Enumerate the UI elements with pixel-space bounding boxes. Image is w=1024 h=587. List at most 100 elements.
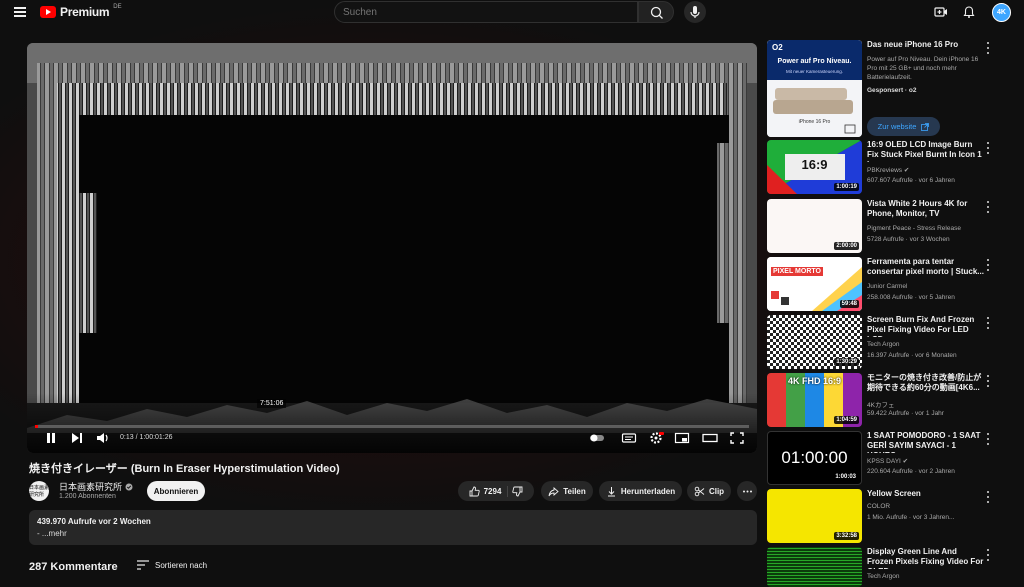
more-options-icon[interactable] <box>987 259 991 271</box>
channel-name-row[interactable]: 日本画素研究所 <box>59 480 133 493</box>
video-title[interactable]: Ferramenta para tentar consertar pixel m… <box>867 257 985 277</box>
more-options-icon[interactable] <box>987 42 991 54</box>
video-title[interactable]: Display Green Line And Frozen Pixels Fix… <box>867 547 985 569</box>
youtube-logo[interactable]: Premium DE <box>40 4 122 19</box>
list-item[interactable]: 3:32:58 Yellow Screen COLOR 1 Mio. Aufru… <box>767 489 1007 545</box>
video-thumbnail[interactable]: PIXEL MORTO 59:48 <box>767 257 862 311</box>
channel-name[interactable]: PBKreviews ✔ <box>867 166 909 174</box>
more-options-icon[interactable] <box>987 317 991 329</box>
ad-cta-button[interactable]: Zur website <box>867 117 940 136</box>
settings-button[interactable] <box>648 431 664 445</box>
logo-text: Premium <box>60 5 110 19</box>
ad-caption: iPhone 16 Pro <box>798 119 831 125</box>
pause-button[interactable] <box>43 431 59 445</box>
dislike-button[interactable] <box>512 486 523 497</box>
avatar[interactable]: 4K <box>992 3 1011 22</box>
progress-bar[interactable] <box>35 425 749 428</box>
list-item[interactable]: 01:00:00 1:00:03 1 SAAT POMODORO - 1 SAA… <box>767 431 1007 487</box>
list-item[interactable]: 1:30:29 Screen Burn Fix And Frozen Pixel… <box>767 315 1007 371</box>
duration-badge: 1:30:29 <box>834 358 859 366</box>
share-button[interactable]: Teilen <box>541 481 593 501</box>
video-thumbnail[interactable]: 1:30:29 <box>767 315 862 369</box>
voice-search-button[interactable] <box>684 1 706 23</box>
fullscreen-button[interactable] <box>729 431 745 445</box>
youtube-play-icon <box>40 6 56 18</box>
video-thumbnail[interactable]: 4K FHD 16:9 1:04:59 <box>767 373 862 427</box>
scissors-icon <box>694 486 705 496</box>
list-item[interactable]: PIXEL MORTO 59:48 Ferramenta para tentar… <box>767 257 1007 313</box>
more-options-icon[interactable] <box>987 549 991 561</box>
video-title[interactable]: 1 SAAT POMODORO - 1 SAAT GERİ SAYIM SAYA… <box>867 431 985 453</box>
more-options-icon[interactable] <box>987 142 991 154</box>
channel-name[interactable]: COLOR <box>867 503 890 510</box>
subscribe-button[interactable]: Abonnieren <box>147 481 205 501</box>
logo-region: DE <box>113 4 122 10</box>
search-icon <box>650 6 663 19</box>
channel-name[interactable]: Junior Carmel <box>867 283 907 290</box>
download-icon <box>607 486 615 496</box>
channel-name[interactable]: 4Kカフェ <box>867 399 894 409</box>
video-meta: 1 Mio. Aufrufe · vor 3 Jahren... <box>867 514 955 521</box>
video-title[interactable]: Yellow Screen <box>867 489 985 499</box>
video-player[interactable]: 7:51:06 0:13 / 1:00:01:26 <box>27 43 757 453</box>
video-thumbnail[interactable]: 3:32:58 <box>767 489 862 543</box>
sort-comments-button[interactable]: Sortieren nach <box>137 560 207 570</box>
list-item[interactable]: 16:9 1:00:19 16:9 OLED LCD Image Burn Fi… <box>767 140 1007 196</box>
notifications-button[interactable] <box>962 5 976 19</box>
video-thumbnail[interactable] <box>767 547 862 587</box>
more-actions-button[interactable] <box>737 481 757 501</box>
video-title[interactable]: Vista White 2 Hours 4K for Phone, Monito… <box>867 199 985 219</box>
video-title: 焼き付きイレーザー (Burn In Eraser Hyperstimulati… <box>29 463 340 475</box>
ad-subline: Mit neuer Kamerasteuerung. <box>785 69 844 74</box>
list-item[interactable]: Display Green Line And Frozen Pixels Fix… <box>767 547 1007 587</box>
ad-card[interactable]: O2 Power auf Pro Niveau. Mit neuer Kamer… <box>767 40 1007 140</box>
subtitles-button[interactable] <box>621 431 637 445</box>
pause-icon <box>47 433 55 443</box>
description-box[interactable]: 439.970 Aufrufe vor 2 Wochen - ...mehr <box>29 510 757 545</box>
channel-name[interactable]: KPSS DAYI ✔ <box>867 457 908 465</box>
create-button[interactable] <box>934 5 948 19</box>
channel-avatar[interactable]: 日本画素研究所 <box>29 481 49 501</box>
volume-button[interactable] <box>95 431 111 445</box>
next-button[interactable] <box>69 431 85 445</box>
show-more-link[interactable]: - ...mehr <box>37 529 749 538</box>
search-input[interactable] <box>334 1 638 23</box>
channel-name-text[interactable]: KPSS DAYI <box>867 458 901 465</box>
channel-name[interactable]: Tech Argon <box>867 341 900 348</box>
miniplayer-button[interactable] <box>674 431 690 445</box>
channel-name[interactable]: 日本画素研究所 <box>59 480 122 493</box>
ad-body: Power auf Pro Niveau. Dein iPhone 16 Pro… <box>867 56 979 81</box>
channel-name[interactable]: Tech Argon <box>867 573 900 580</box>
like-dislike-group: 7294 <box>458 481 534 501</box>
channel-name-text[interactable]: PBKreviews <box>867 167 902 174</box>
more-options-icon[interactable] <box>987 433 991 445</box>
more-options-icon[interactable] <box>987 375 991 387</box>
ad-title[interactable]: Das neue iPhone 16 Pro <box>867 40 985 50</box>
theater-icon <box>702 433 718 443</box>
autoplay-toggle[interactable] <box>589 431 605 445</box>
video-frame <box>27 43 757 453</box>
video-thumbnail[interactable]: 16:9 1:00:19 <box>767 140 862 194</box>
video-title[interactable]: モニターの焼き付き改善/防止が期待できる約60分の動画[4K6... <box>867 373 985 393</box>
video-title[interactable]: Screen Burn Fix And Frozen Pixel Fixing … <box>867 315 985 337</box>
download-button[interactable]: Herunterladen <box>599 481 682 501</box>
more-options-icon[interactable] <box>987 201 991 213</box>
ad-thumbnail[interactable]: O2 Power auf Pro Niveau. Mit neuer Kamer… <box>767 40 862 137</box>
like-button[interactable]: 7294 <box>469 485 509 497</box>
channel-name[interactable]: Pigment Peace - Stress Release <box>867 225 961 232</box>
hover-timestamp: 7:51:06 <box>257 399 287 408</box>
clip-button[interactable]: Clip <box>687 481 731 501</box>
video-title[interactable]: 16:9 OLED LCD Image Burn Fix Stuck Pixel… <box>867 140 985 162</box>
like-count: 7294 <box>483 486 502 496</box>
more-horizontal-icon <box>742 490 752 492</box>
video-thumbnail[interactable]: 01:00:00 1:00:03 <box>767 431 862 485</box>
list-item[interactable]: 2:00:00 Vista White 2 Hours 4K for Phone… <box>767 199 1007 255</box>
search-button[interactable] <box>638 1 674 23</box>
menu-icon[interactable] <box>14 7 26 17</box>
list-item[interactable]: 4K FHD 16:9 1:04:59 モニターの焼き付き改善/防止が期待できる… <box>767 373 1007 429</box>
theater-mode-button[interactable] <box>702 431 718 445</box>
video-meta: 258.008 Aufrufe · vor 5 Jahren <box>867 294 955 301</box>
ad-brand: O2 <box>772 43 783 52</box>
more-options-icon[interactable] <box>987 491 991 503</box>
video-thumbnail[interactable]: 2:00:00 <box>767 199 862 253</box>
